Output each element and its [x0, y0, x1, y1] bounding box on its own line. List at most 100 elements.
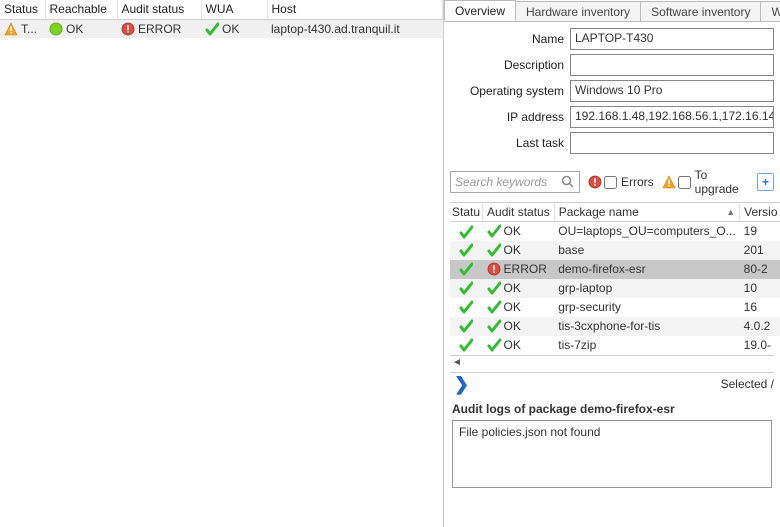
- tab-overview[interactable]: Overview: [444, 0, 516, 21]
- package-row[interactable]: OK OU=laptops_OU=computers_O...19: [450, 222, 780, 241]
- pkg-audit-text: OK: [504, 338, 521, 352]
- label-ip: IP address: [450, 110, 570, 124]
- label-lasttask: Last task: [450, 136, 570, 150]
- pkg-name: grp-security: [554, 298, 739, 317]
- check-icon: [487, 338, 501, 352]
- label-os: Operating system: [450, 84, 570, 98]
- col-pkg-audit[interactable]: Audit status: [483, 203, 555, 222]
- pkg-name: grp-laptop: [554, 279, 739, 298]
- check-icon: [487, 243, 501, 257]
- error-icon: [487, 262, 501, 276]
- col-wua[interactable]: WUA: [201, 0, 267, 19]
- package-row[interactable]: OK grp-security16: [450, 298, 780, 317]
- check-icon: [459, 243, 473, 257]
- col-host[interactable]: Host: [267, 0, 443, 19]
- pkg-version: 80-2: [740, 260, 780, 279]
- col-pkg-version[interactable]: Versio: [740, 203, 780, 222]
- filter-upgrade[interactable]: To upgrade: [662, 168, 749, 196]
- pkg-audit-text: OK: [504, 300, 521, 314]
- input-description[interactable]: [570, 54, 774, 76]
- ok-green-icon: [49, 22, 63, 36]
- warning-icon: [4, 22, 18, 36]
- check-icon: [459, 225, 473, 239]
- pkg-audit-text: ERROR: [504, 262, 547, 276]
- packages-footer: ❯ Selected /: [450, 372, 774, 396]
- input-name[interactable]: LAPTOP-T430: [570, 28, 774, 50]
- check-icon: [459, 281, 473, 295]
- hosts-pane: Status Reachable Audit status WUA Host T…: [0, 0, 444, 527]
- pkg-version: 10: [740, 279, 780, 298]
- label-upgrade: To upgrade: [695, 168, 749, 196]
- checkbox-errors[interactable]: [604, 176, 617, 189]
- search-placeholder: Search keywords: [455, 175, 547, 189]
- pkg-audit-text: OK: [504, 319, 521, 333]
- check-icon: [205, 22, 219, 36]
- pkg-audit-text: OK: [504, 243, 521, 257]
- audit-log-box[interactable]: File policies.json not found: [452, 420, 772, 488]
- check-icon: [487, 224, 501, 238]
- sort-asc-icon: ▲: [726, 207, 735, 217]
- checkbox-upgrade[interactable]: [678, 176, 691, 189]
- package-row[interactable]: OK tis-7zip19.0-: [450, 336, 780, 355]
- col-reachable[interactable]: Reachable: [45, 0, 117, 19]
- tabs: Overview Hardware inventory Software inv…: [444, 0, 780, 22]
- col-pkg-name[interactable]: Package name ▲: [554, 203, 739, 222]
- input-lasttask[interactable]: [570, 132, 774, 154]
- filter-errors[interactable]: Errors: [588, 175, 654, 189]
- packages-table: Statu Audit status Package name▲ Versio …: [450, 202, 780, 355]
- package-row[interactable]: ERROR demo-firefox-esr80-2: [450, 260, 780, 279]
- search-icon: [561, 175, 575, 189]
- check-icon: [459, 300, 473, 314]
- hosts-row[interactable]: T... OK ERROR OK laptop-t430.ad.tranquil…: [0, 19, 443, 38]
- label-name: Name: [450, 32, 570, 46]
- package-row[interactable]: OK grp-laptop10: [450, 279, 780, 298]
- packages-scroll-indicator: ◄: [450, 355, 774, 370]
- wua-text: OK: [222, 22, 239, 36]
- hosts-table: Status Reachable Audit status WUA Host T…: [0, 0, 443, 38]
- package-row[interactable]: OK tis-3cxphone-for-tis4.0.2: [450, 317, 780, 336]
- audit-text: ERROR: [138, 22, 181, 36]
- col-pkg-status[interactable]: Statu: [450, 203, 483, 222]
- error-icon: [121, 22, 135, 36]
- pkg-version: 19.0-: [740, 336, 780, 355]
- packages-header-row: Statu Audit status Package name ▲ Versio: [450, 203, 780, 222]
- check-icon: [487, 319, 501, 333]
- check-icon: [487, 300, 501, 314]
- pkg-name: tis-7zip: [554, 336, 739, 355]
- col-audit[interactable]: Audit status: [117, 0, 201, 19]
- hosts-header-row: Status Reachable Audit status WUA Host: [0, 0, 443, 19]
- status-text: T...: [21, 22, 37, 36]
- input-os[interactable]: Windows 10 Pro: [570, 80, 774, 102]
- package-row[interactable]: OK base201: [450, 241, 780, 260]
- pkg-version: 19: [740, 222, 780, 241]
- reachable-text: OK: [66, 22, 83, 36]
- pkg-audit-text: OK: [504, 224, 521, 238]
- nav-next-icon[interactable]: ❯: [450, 374, 473, 395]
- pkg-version: 4.0.2: [740, 317, 780, 336]
- pkg-name: tis-3cxphone-for-tis: [554, 317, 739, 336]
- col-status[interactable]: Status: [0, 0, 45, 19]
- check-icon: [487, 281, 501, 295]
- pkg-name: base: [554, 241, 739, 260]
- pkg-version: 201: [740, 241, 780, 260]
- input-ip[interactable]: 192.168.1.48,192.168.56.1,172.16.144.52: [570, 106, 774, 128]
- host-form: Name LAPTOP-T430 Description Operating s…: [444, 22, 780, 162]
- add-button[interactable]: +: [757, 173, 774, 191]
- pkg-name: OU=laptops_OU=computers_O...: [554, 222, 739, 241]
- filter-bar: Search keywords Errors To upgrade +: [444, 162, 780, 202]
- tab-software[interactable]: Software inventory: [640, 1, 761, 22]
- col-pkg-name-label: Package name: [559, 205, 639, 219]
- detail-pane: Overview Hardware inventory Software inv…: [444, 0, 780, 527]
- search-input[interactable]: Search keywords: [450, 171, 580, 193]
- label-description: Description: [450, 58, 570, 72]
- scroll-left-icon[interactable]: ◄: [452, 357, 462, 368]
- warning-icon: [662, 175, 676, 189]
- tab-windows[interactable]: Windows u: [760, 1, 780, 22]
- pkg-audit-text: OK: [504, 281, 521, 295]
- check-icon: [459, 262, 473, 276]
- selected-count: Selected /: [721, 377, 774, 391]
- pkg-name: demo-firefox-esr: [554, 260, 739, 279]
- tab-hardware[interactable]: Hardware inventory: [515, 1, 641, 22]
- audit-log-content: File policies.json not found: [459, 425, 600, 439]
- pkg-version: 16: [740, 298, 780, 317]
